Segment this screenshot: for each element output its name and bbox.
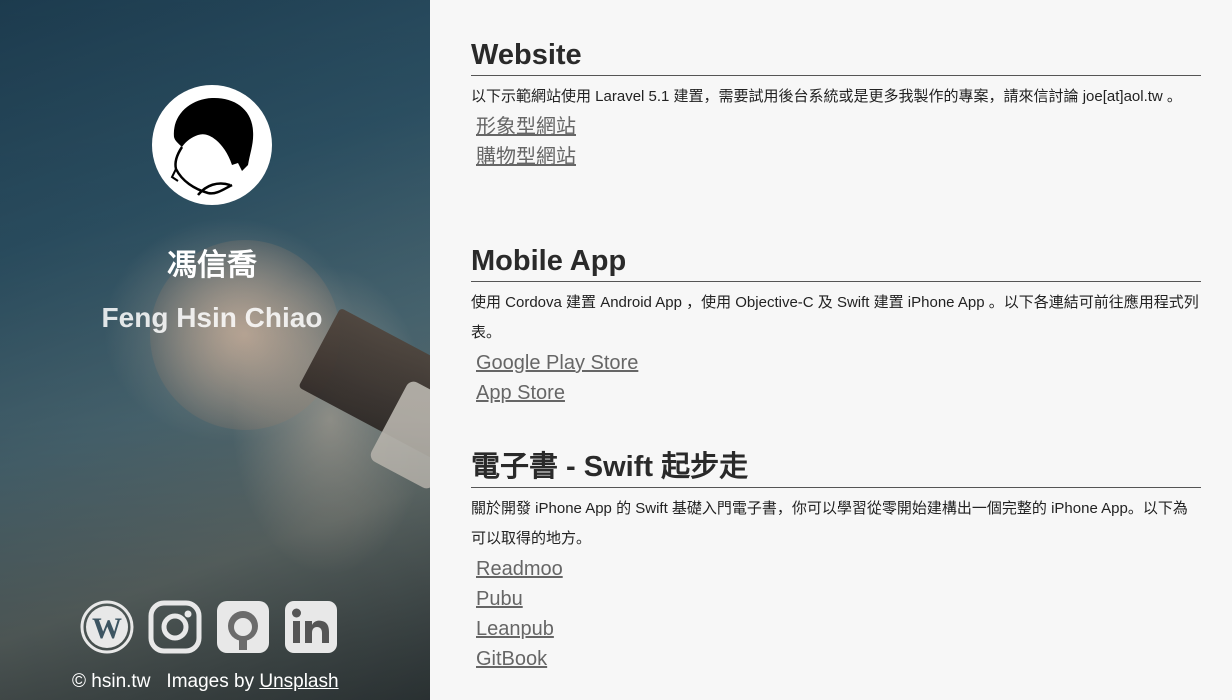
link-google-play[interactable]: Google Play Store — [476, 348, 1201, 378]
footer-copyright: © hsin.tw — [72, 671, 151, 692]
profile-name-zh: 馮信喬 — [167, 249, 257, 282]
wordpress-icon[interactable]: W — [80, 600, 134, 654]
section-title: Website — [471, 38, 1201, 76]
section-mobile-app: Mobile App 使用 Cordova 建置 Android App ，使用… — [471, 244, 1201, 408]
linkedin-icon[interactable] — [284, 600, 338, 654]
section-ebook: 電子書 - Swift 起步走 關於開發 iPhone App 的 Swift … — [471, 450, 1201, 674]
section-description: 以下示範網站使用 Laravel 5.1 建置，需要試用後台系統或是更多我製作的… — [471, 88, 1182, 105]
link-brand-site[interactable]: 形象型網站 — [476, 112, 1201, 142]
section-title: Mobile App — [471, 244, 1201, 282]
github-icon[interactable] — [216, 600, 270, 654]
link-pubu[interactable]: Pubu — [476, 584, 1201, 614]
social-links: W — [80, 600, 338, 654]
link-list: 形象型網站 購物型網站 — [471, 112, 1201, 172]
link-leanpub[interactable]: Leanpub — [476, 614, 1201, 644]
section-website: Website 以下示範網站使用 Laravel 5.1 建置，需要試用後台系統… — [471, 38, 1201, 172]
footer-images-by: Images by — [166, 671, 255, 692]
link-app-store[interactable]: App Store — [476, 378, 1201, 408]
link-shop-site[interactable]: 購物型網站 — [476, 142, 1201, 172]
instagram-icon[interactable] — [148, 600, 202, 654]
avatar — [152, 85, 272, 205]
link-list: Readmoo Pubu Leanpub GitBook — [471, 554, 1201, 674]
profile-name-en: Feng Hsin Chiao — [101, 302, 323, 333]
unsplash-link[interactable]: Unsplash — [259, 671, 338, 692]
link-readmoo[interactable]: Readmoo — [476, 554, 1201, 584]
footer: © hsin.tw Images by Unsplash — [72, 671, 339, 693]
section-description: 關於開發 iPhone App 的 Swift 基礎入門電子書，你可以學習從零開… — [471, 500, 1188, 547]
section-description: 使用 Cordova 建置 Android App ，使用 Objective-… — [471, 294, 1199, 341]
section-title: 電子書 - Swift 起步走 — [471, 450, 1201, 488]
link-list: Google Play Store App Store — [471, 348, 1201, 408]
svg-text:W: W — [92, 612, 122, 645]
profile-panel: 馮信喬 Feng Hsin Chiao W © hsin.twImages b — [0, 0, 430, 700]
link-gitbook[interactable]: GitBook — [476, 644, 1201, 674]
